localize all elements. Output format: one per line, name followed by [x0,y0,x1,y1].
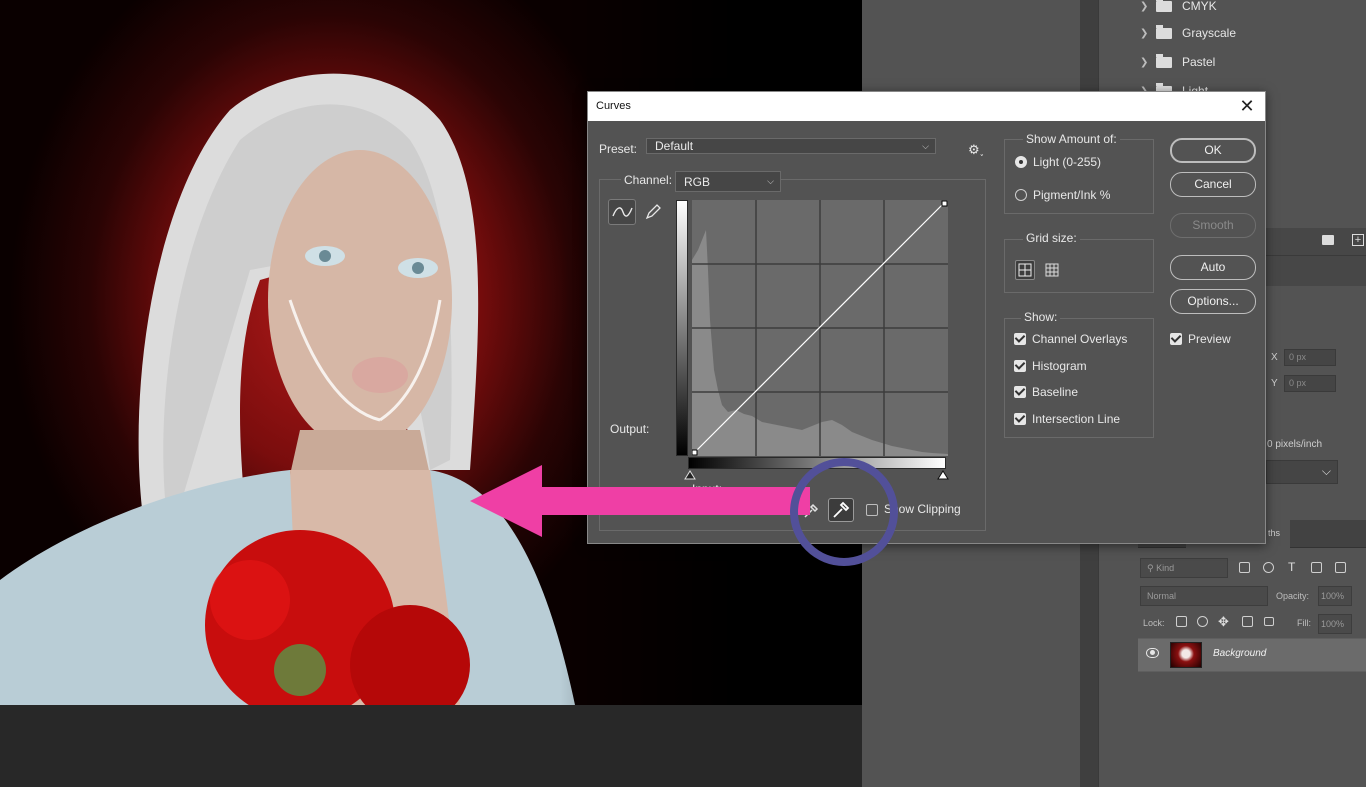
chevron-right-icon: ❯ [1140,56,1149,68]
smart-object-filter-icon[interactable] [1335,562,1346,573]
folder-item-cmyk[interactable]: ❯ CMYK [1140,0,1217,18]
channel-select[interactable]: RGB ⌵ [675,171,781,192]
x-field[interactable]: 0 px [1284,349,1336,366]
curve-point-white [941,200,948,207]
dialog-titlebar[interactable]: Curves ✕ [588,92,1265,121]
preset-label: Preset: [599,142,638,156]
y-field[interactable]: 0 px [1284,375,1336,392]
histogram-label[interactable]: Histogram [1032,359,1087,373]
output-gradient-bar [676,200,688,456]
shape-filter-icon[interactable] [1311,562,1322,573]
type-filter-icon[interactable]: T [1288,560,1295,574]
folder-item-pastel[interactable]: ❯ Pastel [1140,50,1215,74]
preset-value: Default [655,139,694,153]
channel-value: RGB [684,175,711,189]
smooth-button[interactable]: Smooth [1170,213,1256,238]
detailed-grid-button[interactable] [1042,260,1062,280]
ok-button[interactable]: OK [1170,138,1256,163]
curve-graph-svg [692,200,948,456]
fill-label: Fill: [1297,618,1311,628]
folder-label: Grayscale [1182,26,1237,40]
photoshop-workspace: ❯ CMYK ❯ Grayscale ❯ Pastel ❯ Light + X … [0,0,1366,787]
cancel-button[interactable]: Cancel [1170,172,1256,197]
channel-overlays-checkbox[interactable] [1014,333,1026,345]
pigment-label[interactable]: Pigment/Ink % [1033,188,1110,202]
pixel-filter-icon[interactable] [1239,562,1250,573]
simple-grid-button[interactable] [1015,260,1035,280]
lock-transparent-icon[interactable] [1176,616,1187,627]
annotation-circle [790,458,898,566]
blend-mode-select[interactable]: Normal [1140,586,1268,606]
eye-icon[interactable] [1146,648,1159,658]
gear-icon[interactable]: ⚙˯ [968,142,984,158]
curve-icon [612,207,633,217]
close-icon[interactable]: ✕ [1237,96,1257,116]
layer-filter-kind[interactable]: ⚲ Kind [1140,558,1228,578]
curve-graph[interactable] [692,200,948,456]
intersection-line-label[interactable]: Intersection Line [1032,412,1120,426]
output-label: Output: [610,422,650,436]
preview-label[interactable]: Preview [1188,332,1231,346]
light-radio[interactable] [1015,156,1027,168]
kind-text: Kind [1156,563,1175,573]
folder-icon [1156,53,1172,68]
detailed-grid-icon [1045,263,1059,277]
show-title: Show: [1021,310,1061,324]
preview-checkbox[interactable] [1170,333,1182,345]
curve-point-black [692,449,698,456]
folder-icon [1156,24,1172,39]
light-label[interactable]: Light (0-255) [1033,155,1101,169]
opacity-label: Opacity: [1276,591,1310,601]
opacity-field[interactable]: 100% [1318,586,1352,606]
white-point-slider[interactable] [937,470,949,480]
curve-point-tool[interactable] [608,199,636,225]
annotation-arrow [470,465,810,537]
folder-label: CMYK [1182,0,1217,13]
channel-overlays-label[interactable]: Channel Overlays [1032,332,1127,346]
chevron-right-icon: ❯ [1140,27,1149,39]
lock-label: Lock: [1143,618,1165,628]
folder-icon [1156,0,1172,12]
layer-thumbnail [1170,642,1202,668]
folder-item-grayscale[interactable]: ❯ Grayscale [1140,21,1236,45]
adjustment-filter-icon[interactable] [1263,562,1274,573]
add-icon[interactable]: + [1352,234,1364,246]
lock-image-icon[interactable] [1197,616,1208,627]
dialog-title: Curves [596,100,631,112]
lock-all-icon[interactable] [1264,617,1274,626]
channel-label: Channel: [621,173,676,187]
simple-grid-icon [1018,263,1032,277]
chevron-down-icon: ⌵ [922,141,929,151]
baseline-label[interactable]: Baseline [1032,385,1078,399]
new-group-icon[interactable] [1322,235,1334,245]
auto-button[interactable]: Auto [1170,255,1256,280]
x-label: X [1271,352,1278,363]
properties-tab-bar [1266,256,1366,286]
show-amount-title: Show Amount of: [1023,132,1120,146]
resolution-select[interactable]: ⌵ [1266,460,1338,484]
baseline-checkbox[interactable] [1014,386,1026,398]
histogram-checkbox[interactable] [1014,360,1026,372]
fill-field[interactable]: 100% [1318,614,1352,634]
options-button[interactable]: Options... [1170,289,1256,314]
pigment-radio[interactable] [1015,189,1027,201]
y-label: Y [1271,378,1278,389]
show-amount-group [1004,139,1154,214]
resolution-text: 0 pixels/inch [1267,439,1323,450]
folder-label: Pastel [1182,55,1216,69]
layer-name[interactable]: Background [1213,648,1266,659]
grid-size-label: Grid size: [1023,231,1080,245]
intersection-line-checkbox[interactable] [1014,413,1026,425]
search-icon: ⚲ [1147,563,1157,573]
preset-select[interactable]: Default ⌵ [646,138,936,154]
chevron-right-icon: ❯ [1140,0,1149,12]
pencil-icon[interactable] [643,202,663,222]
lock-position-icon[interactable]: ✥ [1218,614,1229,630]
lock-artboard-icon[interactable] [1242,616,1253,627]
chevron-down-icon: ⌵ [767,176,774,186]
